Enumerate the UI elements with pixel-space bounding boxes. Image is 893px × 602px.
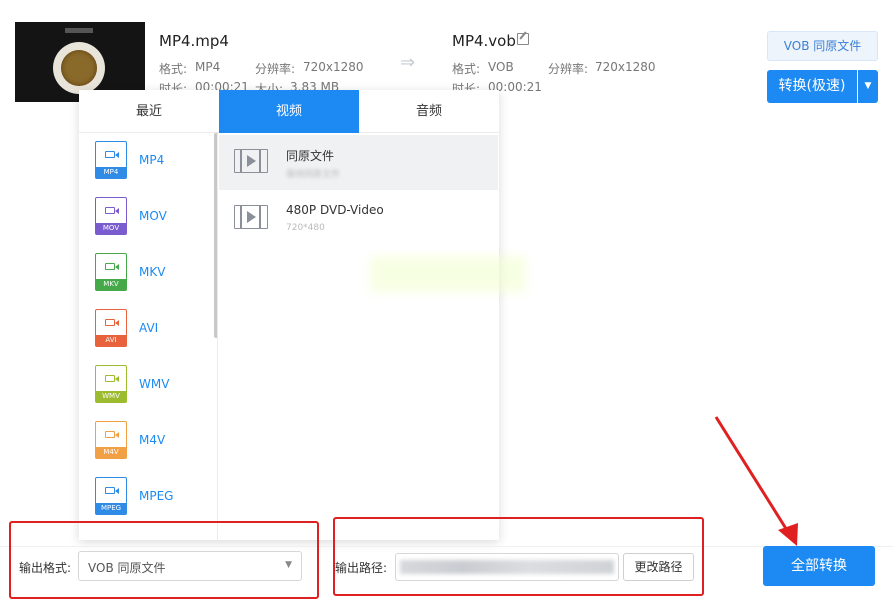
annotation-arrow-icon (714, 416, 798, 546)
